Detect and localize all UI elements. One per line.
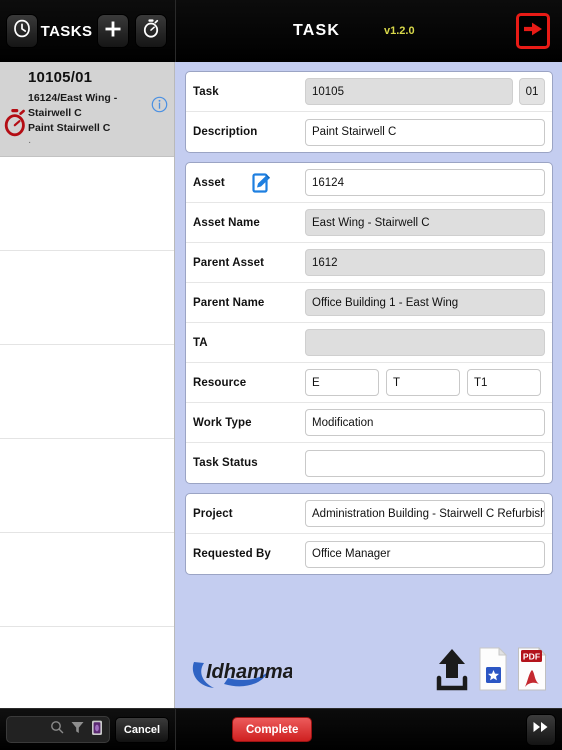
list-item[interactable] bbox=[0, 157, 174, 251]
field-label: Task bbox=[193, 85, 219, 98]
stopwatch-icon bbox=[2, 108, 28, 138]
parent-asset-input[interactable]: 1612 bbox=[305, 249, 545, 276]
project-input[interactable]: Administration Building - Stairwell C Re… bbox=[305, 500, 545, 527]
resource-input-1[interactable]: E bbox=[305, 369, 379, 396]
field-label: Task Status bbox=[193, 457, 258, 469]
field-asset-name: Asset Name East Wing - Stairwell C bbox=[186, 203, 552, 243]
parent-name-input[interactable]: Office Building 1 - East Wing bbox=[305, 289, 545, 316]
exit-button[interactable] bbox=[516, 13, 550, 49]
search-icon bbox=[50, 720, 64, 739]
edit-document-icon[interactable] bbox=[251, 172, 273, 194]
clock-history-icon bbox=[12, 18, 32, 44]
task-asset: 16124/East Wing - Stairwell C bbox=[28, 92, 118, 119]
info-circle-icon[interactable] bbox=[151, 96, 168, 113]
bottom-toolbar: Cancel Complete bbox=[0, 708, 562, 750]
exit-arrow-icon bbox=[522, 19, 544, 44]
field-resource: Resource E T T1 bbox=[186, 363, 552, 403]
asset-name-input[interactable]: East Wing - Stairwell C bbox=[305, 209, 545, 236]
task-suffix-input[interactable]: 01 bbox=[519, 78, 545, 105]
work-type-input[interactable]: Modification bbox=[305, 409, 545, 436]
tasks-title: TASKS bbox=[40, 22, 93, 40]
field-label: Asset bbox=[193, 172, 305, 194]
description-input[interactable]: Paint Stairwell C bbox=[305, 118, 545, 146]
svg-text:Idhammar: Idhammar bbox=[206, 661, 292, 683]
fast-forward-icon bbox=[532, 720, 550, 739]
action-toolbar: Complete bbox=[175, 709, 562, 750]
detail-footer: Idhammar bbox=[185, 636, 553, 708]
asset-input[interactable]: 16124 bbox=[305, 169, 545, 196]
cancel-button[interactable]: Cancel bbox=[114, 716, 169, 743]
version-label: v1.2.0 bbox=[384, 25, 415, 37]
list-item[interactable] bbox=[0, 251, 174, 345]
field-requested-by: Requested By Office Manager bbox=[186, 534, 552, 574]
svg-text:PDF: PDF bbox=[523, 651, 540, 661]
field-ta: TA bbox=[186, 323, 552, 363]
field-label: Parent Name bbox=[193, 296, 265, 309]
main-body: 10105/01 16124/East Wing - Stairwell C P… bbox=[0, 62, 562, 708]
field-label: TA bbox=[193, 336, 208, 349]
resource-input-2[interactable]: T bbox=[386, 369, 460, 396]
timer-button[interactable] bbox=[135, 14, 167, 48]
list-item[interactable] bbox=[0, 627, 174, 708]
detail-spacer bbox=[185, 584, 553, 636]
field-label: Work Type bbox=[193, 416, 252, 429]
field-parent-name: Parent Name Office Building 1 - East Win… bbox=[186, 283, 552, 323]
resource-input-3[interactable]: T1 bbox=[467, 369, 541, 396]
asset-label-text: Asset bbox=[193, 176, 225, 189]
search-input[interactable] bbox=[6, 716, 110, 743]
field-work-type: Work Type Modification bbox=[186, 403, 552, 443]
requested-by-input[interactable]: Office Manager bbox=[305, 540, 545, 568]
task-description: Paint Stairwell C bbox=[28, 122, 111, 134]
list-item[interactable] bbox=[0, 439, 174, 533]
task-group: Task 10105 01 Description Paint Stairwel… bbox=[185, 71, 553, 153]
field-label: Project bbox=[193, 507, 233, 520]
task-id: 10105/01 bbox=[28, 69, 93, 86]
upload-arrow-icon[interactable] bbox=[435, 647, 469, 696]
field-label: Description bbox=[193, 126, 258, 138]
task-detail-pane: Task 10105 01 Description Paint Stairwel… bbox=[175, 62, 562, 708]
document-star-icon[interactable] bbox=[478, 646, 508, 696]
task-extra: · bbox=[28, 137, 32, 148]
search-toolbar: Cancel bbox=[0, 709, 175, 750]
clipboard-icon[interactable] bbox=[91, 719, 103, 741]
task-status-input[interactable] bbox=[305, 449, 545, 477]
app-root: TASKS TASK v1.2.0 10105/01 16124/East Wi… bbox=[0, 0, 562, 750]
task-list-sidebar: 10105/01 16124/East Wing - Stairwell C P… bbox=[0, 62, 175, 708]
pdf-file-icon[interactable]: PDF bbox=[517, 646, 547, 696]
page-title: TASK bbox=[293, 22, 341, 39]
field-label: Parent Asset bbox=[193, 256, 265, 269]
field-parent-asset: Parent Asset 1612 bbox=[186, 243, 552, 283]
list-item[interactable]: 10105/01 16124/East Wing - Stairwell C P… bbox=[0, 62, 174, 157]
stopwatch-icon bbox=[141, 18, 161, 44]
idhammar-logo: Idhammar bbox=[188, 650, 303, 696]
field-task-status: Task Status bbox=[186, 443, 552, 483]
field-label: Resource bbox=[193, 376, 247, 389]
next-button[interactable] bbox=[526, 713, 556, 746]
ta-input[interactable] bbox=[305, 329, 545, 356]
plus-icon bbox=[103, 19, 123, 44]
field-asset: Asset 16124 bbox=[186, 163, 552, 203]
add-task-button[interactable] bbox=[97, 14, 129, 48]
field-description: Description Paint Stairwell C bbox=[186, 112, 552, 152]
list-item[interactable] bbox=[0, 345, 174, 439]
document-actions: PDF bbox=[435, 646, 547, 696]
field-label: Requested By bbox=[193, 548, 271, 560]
task-number-input[interactable]: 10105 bbox=[305, 78, 513, 105]
list-item[interactable] bbox=[0, 533, 174, 627]
field-label: Asset Name bbox=[193, 216, 260, 229]
field-task: Task 10105 01 bbox=[186, 72, 552, 112]
complete-button[interactable]: Complete bbox=[232, 717, 313, 742]
asset-group: Asset 16124 Asset Name East Wing - Stair… bbox=[185, 162, 553, 484]
funnel-filter-icon[interactable] bbox=[70, 720, 85, 740]
field-project: Project Administration Building - Stairw… bbox=[186, 494, 552, 534]
tasks-toolbar: TASKS bbox=[0, 0, 175, 62]
top-toolbar: TASKS TASK v1.2.0 bbox=[0, 0, 562, 62]
task-header: TASK v1.2.0 bbox=[175, 0, 562, 62]
clock-history-button[interactable] bbox=[6, 14, 38, 48]
project-group: Project Administration Building - Stairw… bbox=[185, 493, 553, 575]
